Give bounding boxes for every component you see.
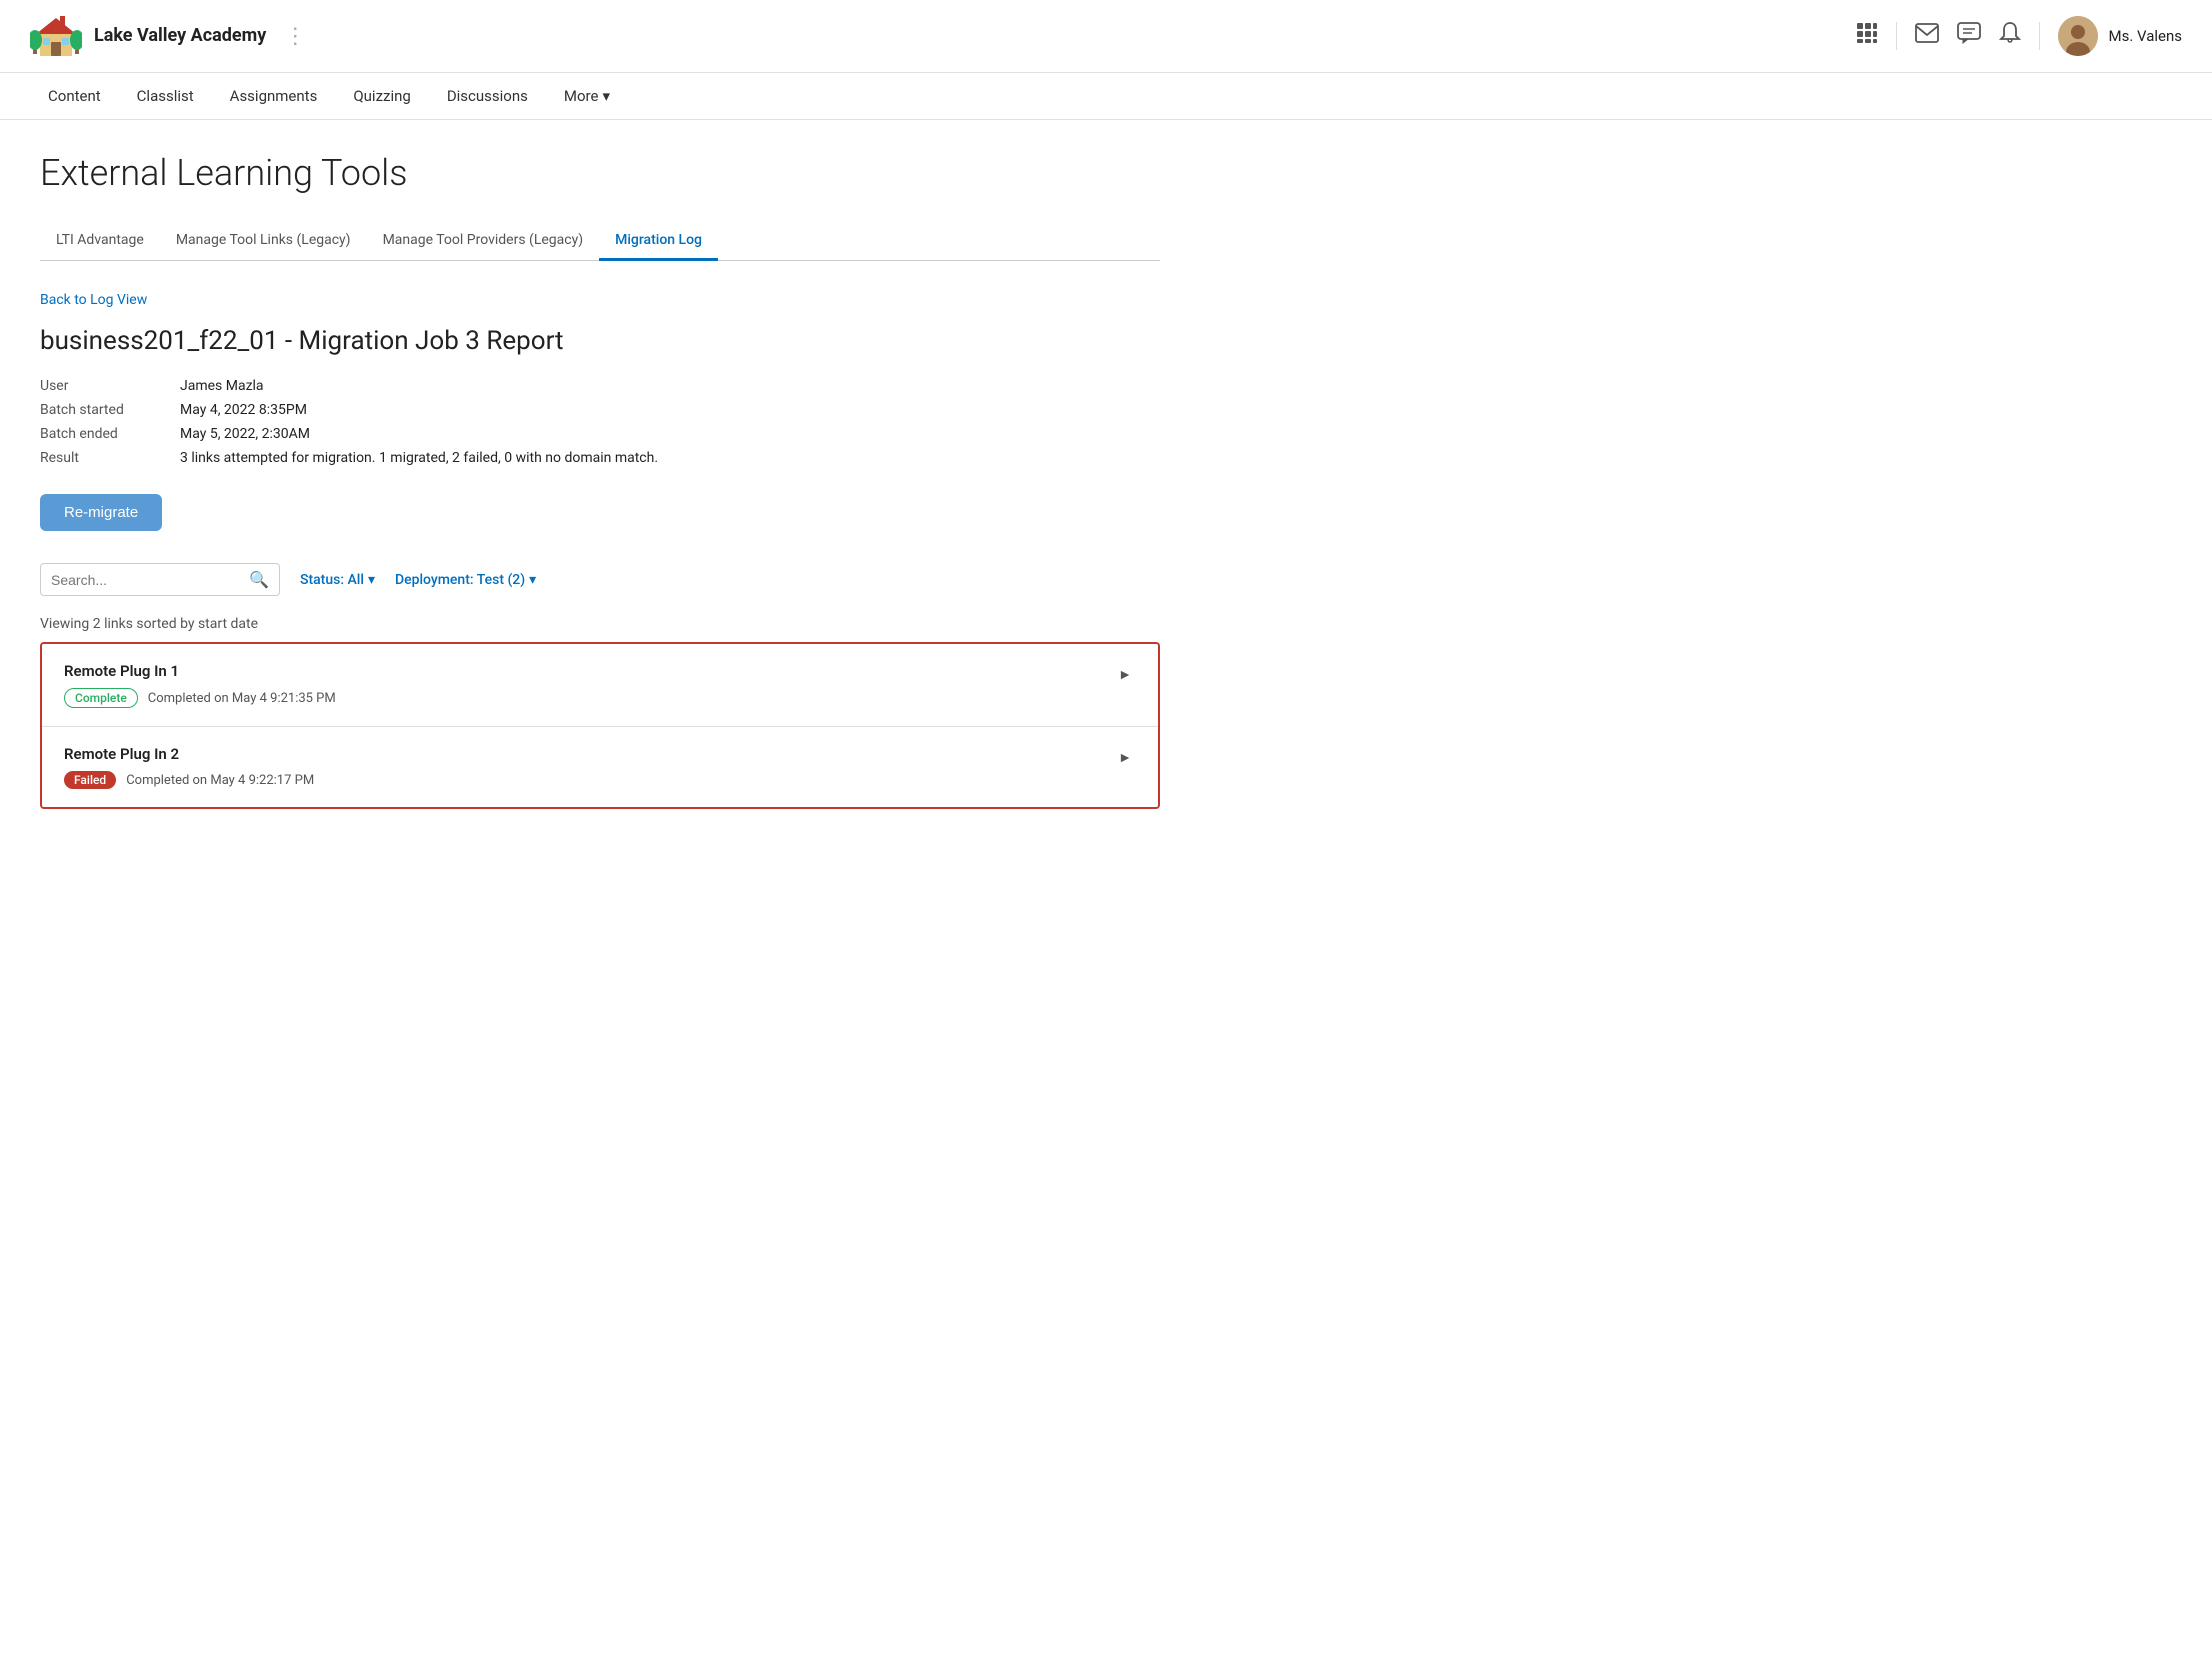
- bell-icon[interactable]: [1999, 21, 2021, 51]
- main-nav: Content Classlist Assignments Quizzing D…: [0, 73, 2212, 120]
- report-details: User James Mazla Batch started May 4, 20…: [40, 378, 1160, 466]
- header-right: Ms. Valens: [1856, 16, 2182, 56]
- details-row-batch-ended: Batch ended May 5, 2022, 2:30AM: [40, 426, 1160, 442]
- logo-icon: [30, 10, 82, 62]
- user-info[interactable]: Ms. Valens: [2058, 16, 2182, 56]
- header-divider-2: [2039, 22, 2040, 50]
- badge-complete-1: Complete: [64, 688, 138, 708]
- viewing-count: Viewing 2 links sorted by start date: [40, 616, 1160, 632]
- nav-classlist[interactable]: Classlist: [119, 73, 212, 119]
- details-row-batch-started: Batch started May 4, 2022 8:35PM: [40, 402, 1160, 418]
- link-name-2: Remote Plug In 2: [64, 745, 1114, 763]
- link-content-1: Remote Plug In 1 Complete Completed on M…: [64, 662, 1114, 708]
- value-batch-ended: May 5, 2022, 2:30AM: [180, 426, 310, 442]
- status-filter-label: Status: All: [300, 572, 364, 588]
- label-batch-ended: Batch ended: [40, 426, 180, 442]
- badge-failed-2: Failed: [64, 771, 116, 789]
- search-input[interactable]: [51, 572, 249, 588]
- link-content-2: Remote Plug In 2 Failed Completed on May…: [64, 745, 1114, 789]
- value-batch-started: May 4, 2022 8:35PM: [180, 402, 307, 418]
- report-title: business201_f22_01 - Migration Job 3 Rep…: [40, 326, 1160, 356]
- nav-discussions[interactable]: Discussions: [429, 73, 546, 119]
- nav-more-chevron: ▾: [602, 87, 610, 105]
- header-left: Lake Valley Academy ⋮: [30, 10, 306, 62]
- label-batch-started: Batch started: [40, 402, 180, 418]
- grid-icon[interactable]: [1856, 22, 1878, 50]
- main-content: External Learning Tools LTI Advantage Ma…: [0, 120, 1200, 841]
- page-title: External Learning Tools: [40, 152, 1160, 194]
- nav-content[interactable]: Content: [30, 73, 119, 119]
- link-status-row-2: Failed Completed on May 4 9:22:17 PM: [64, 771, 1114, 789]
- search-icon[interactable]: 🔍: [249, 570, 269, 589]
- link-date-2: Completed on May 4 9:22:17 PM: [126, 773, 314, 788]
- avatar: [2058, 16, 2098, 56]
- status-filter-chevron: ▾: [368, 572, 375, 588]
- header-dots[interactable]: ⋮: [284, 24, 306, 49]
- header-divider: [1896, 22, 1897, 50]
- link-item-2: Remote Plug In 2 Failed Completed on May…: [42, 727, 1158, 807]
- chevron-right-icon-1[interactable]: ►: [1114, 662, 1136, 687]
- remigrate-button[interactable]: Re-migrate: [40, 494, 162, 531]
- search-filter-row: 🔍 Status: All ▾ Deployment: Test (2) ▾: [40, 563, 1160, 596]
- nav-more-label: More: [564, 87, 599, 105]
- status-filter-button[interactable]: Status: All ▾: [300, 572, 375, 588]
- nav-assignments[interactable]: Assignments: [212, 73, 336, 119]
- header: Lake Valley Academy ⋮: [0, 0, 2212, 73]
- chat-icon[interactable]: [1957, 22, 1981, 50]
- nav-quizzing[interactable]: Quizzing: [335, 73, 428, 119]
- tab-manage-tool-providers[interactable]: Manage Tool Providers (Legacy): [367, 222, 600, 261]
- back-to-log-view-link[interactable]: Back to Log View: [40, 292, 147, 308]
- tabs: LTI Advantage Manage Tool Links (Legacy)…: [40, 222, 1160, 261]
- label-result: Result: [40, 450, 180, 466]
- details-row-result: Result 3 links attempted for migration. …: [40, 450, 1160, 466]
- links-container: Remote Plug In 1 Complete Completed on M…: [40, 642, 1160, 809]
- tab-lti-advantage[interactable]: LTI Advantage: [40, 222, 160, 261]
- school-name: Lake Valley Academy: [94, 25, 266, 47]
- value-result: 3 links attempted for migration. 1 migra…: [180, 450, 658, 466]
- link-status-row-1: Complete Completed on May 4 9:21:35 PM: [64, 688, 1114, 708]
- nav-more[interactable]: More ▾: [546, 73, 628, 119]
- details-row-user: User James Mazla: [40, 378, 1160, 394]
- link-item: Remote Plug In 1 Complete Completed on M…: [42, 644, 1158, 727]
- link-date-1: Completed on May 4 9:21:35 PM: [148, 691, 336, 706]
- search-box: 🔍: [40, 563, 280, 596]
- mail-icon[interactable]: [1915, 23, 1939, 49]
- tab-migration-log[interactable]: Migration Log: [599, 222, 718, 261]
- value-user: James Mazla: [180, 378, 264, 394]
- link-name-1: Remote Plug In 1: [64, 662, 1114, 680]
- label-user: User: [40, 378, 180, 394]
- deployment-filter-button[interactable]: Deployment: Test (2) ▾: [395, 572, 536, 588]
- deployment-filter-label: Deployment: Test (2): [395, 572, 525, 588]
- chevron-right-icon-2[interactable]: ►: [1114, 745, 1136, 770]
- tab-manage-tool-links[interactable]: Manage Tool Links (Legacy): [160, 222, 367, 261]
- user-name: Ms. Valens: [2108, 27, 2182, 45]
- deployment-filter-chevron: ▾: [529, 572, 536, 588]
